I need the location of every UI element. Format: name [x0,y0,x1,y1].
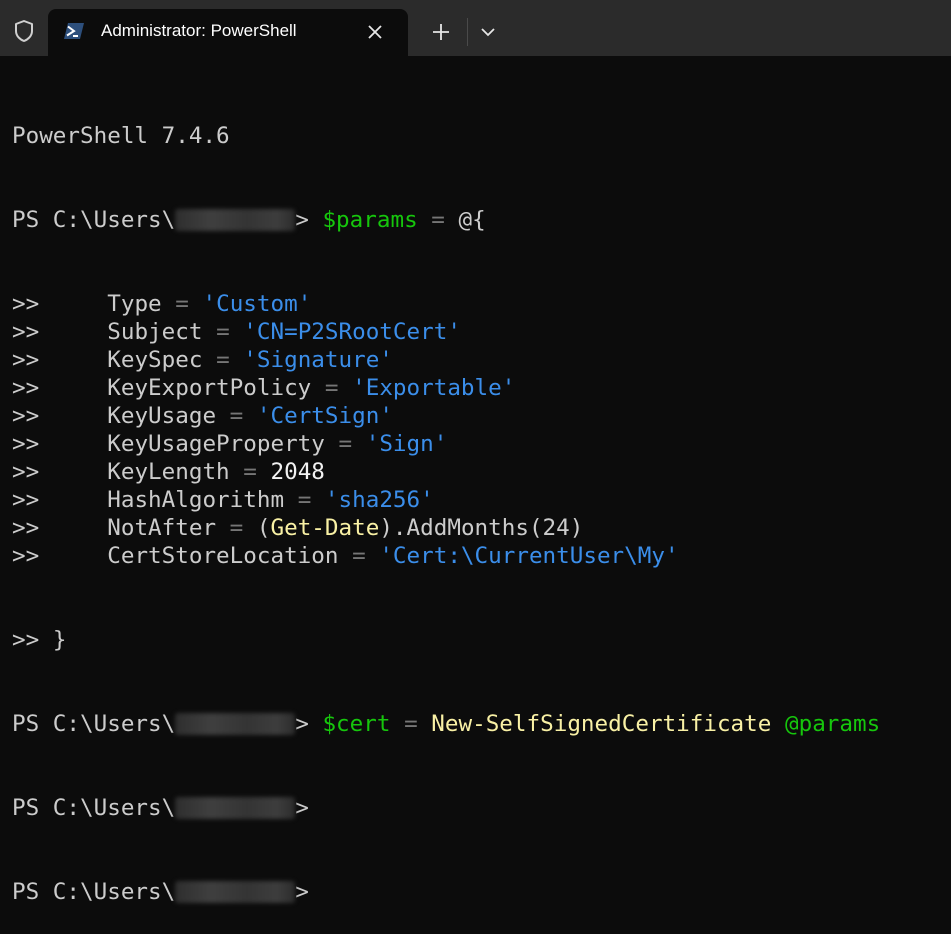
param-key: Type [107,291,161,317]
operator: = [216,347,230,373]
operator: = [404,711,418,737]
terminal-line: >> Subject = 'CN=P2SRootCert' [12,318,951,346]
terminal-output[interactable]: PowerShell 7.4.6 PS C:\Users\ > $params =… [12,66,951,518]
operator: = [325,375,339,401]
operator: = [175,291,189,317]
redacted-username [175,881,295,903]
operator: = [230,515,244,541]
continuation-prompt: >> [12,291,39,317]
param-key: KeyLength [107,459,229,485]
param-value: 'CN=P2SRootCert' [243,319,461,345]
banner: PowerShell 7.4.6 [12,123,230,149]
terminal-line: PS C:\Users\ > [12,878,951,906]
param-key: KeyUsage [107,403,216,429]
powershell-icon [63,22,85,40]
param-key: KeySpec [107,347,202,373]
prompt-prefix: PS C:\Users\ [12,879,175,905]
operator: = [230,403,244,429]
hashtable-open: @{ [459,207,486,233]
operator: = [216,319,230,345]
continuation-prompt: >> [12,431,39,457]
toolbar-divider [467,18,468,46]
param-value: 'Custom' [202,291,311,317]
tab-title: Administrator: PowerShell [101,21,297,41]
continuation-prompt: >> [12,459,39,485]
continuation-prompt: >> [12,627,39,653]
redacted-username [175,209,295,231]
terminal-line: >> KeyUsage = 'CertSign' [12,402,951,430]
redacted-username [175,797,295,819]
cmdlet: New-SelfSignedCertificate [431,711,771,737]
param-value: 'CertSign' [257,403,393,429]
terminal-line: >> } [12,626,951,654]
operator: = [298,487,312,513]
continuation-prompt: >> [12,487,39,513]
param-value: 'Exportable' [352,375,515,401]
continuation-prompt: >> [12,375,39,401]
param-value: 'Cert:\CurrentUser\My' [379,543,678,569]
command-variable: $cert [322,711,390,737]
prompt-suffix: > [295,795,309,821]
terminal-line: >> KeyUsageProperty = 'Sign' [12,430,951,458]
redacted-username [175,713,295,735]
prompt-suffix: > [295,711,309,737]
param-key: HashAlgorithm [107,487,284,513]
plus-icon[interactable] [421,16,461,48]
param-key: CertStoreLocation [107,543,338,569]
cmdlet: Get-Date [271,515,380,541]
terminal-line: PS C:\Users\ > $params = @{ [12,206,951,234]
shield-icon[interactable] [13,19,35,43]
terminal-line: PS C:\Users\ > [12,794,951,822]
operator: = [339,431,353,457]
terminal-line: >> HashAlgorithm = 'sha256' [12,486,951,514]
continuation-prompt: >> [12,515,39,541]
tab-powershell[interactable]: Administrator: PowerShell [48,9,408,56]
paren-open: ( [257,515,271,541]
method-call: ).AddMonths(24) [379,515,583,541]
hashtable-close: } [53,627,67,653]
close-icon[interactable] [364,21,386,43]
param-key: Subject [107,319,202,345]
continuation-prompt: >> [12,543,39,569]
param-lines: >> Type = 'Custom'>> Subject = 'CN=P2SRo… [12,290,951,570]
terminal-line: >> NotAfter = (Get-Date).AddMonths(24) [12,514,951,542]
param-key: KeyUsageProperty [107,431,325,457]
prompt-prefix: PS C:\Users\ [12,207,175,233]
param-key: KeyExportPolicy [107,375,311,401]
param-value: 2048 [271,459,325,485]
chevron-down-icon[interactable] [471,16,505,48]
terminal-line: >> KeyExportPolicy = 'Exportable' [12,374,951,402]
terminal-line: >> Type = 'Custom' [12,290,951,318]
prompt-prefix: PS C:\Users\ [12,711,175,737]
terminal-line: PS C:\Users\ > $cert = New-SelfSignedCert… [12,710,951,738]
continuation-prompt: >> [12,347,39,373]
command-variable: $params [322,207,417,233]
terminal-line: PowerShell 7.4.6 [12,122,951,150]
continuation-prompt: >> [12,319,39,345]
param-value: 'Sign' [366,431,448,457]
terminal-line: >> KeyLength = 2048 [12,458,951,486]
terminal-line: >> KeySpec = 'Signature' [12,346,951,374]
continuation-prompt: >> [12,403,39,429]
prompt-suffix: > [295,879,309,905]
title-bar: Administrator: PowerShell [0,0,951,56]
prompt-suffix: > [295,207,309,233]
prompt-prefix: PS C:\Users\ [12,795,175,821]
param-value: 'Signature' [243,347,393,373]
operator: = [352,543,366,569]
terminal-line: >> CertStoreLocation = 'Cert:\CurrentUse… [12,542,951,570]
param-value: 'sha256' [325,487,434,513]
operator: = [243,459,257,485]
param-key: NotAfter [107,515,216,541]
operator: = [431,207,445,233]
splat-argument: @params [785,711,880,737]
